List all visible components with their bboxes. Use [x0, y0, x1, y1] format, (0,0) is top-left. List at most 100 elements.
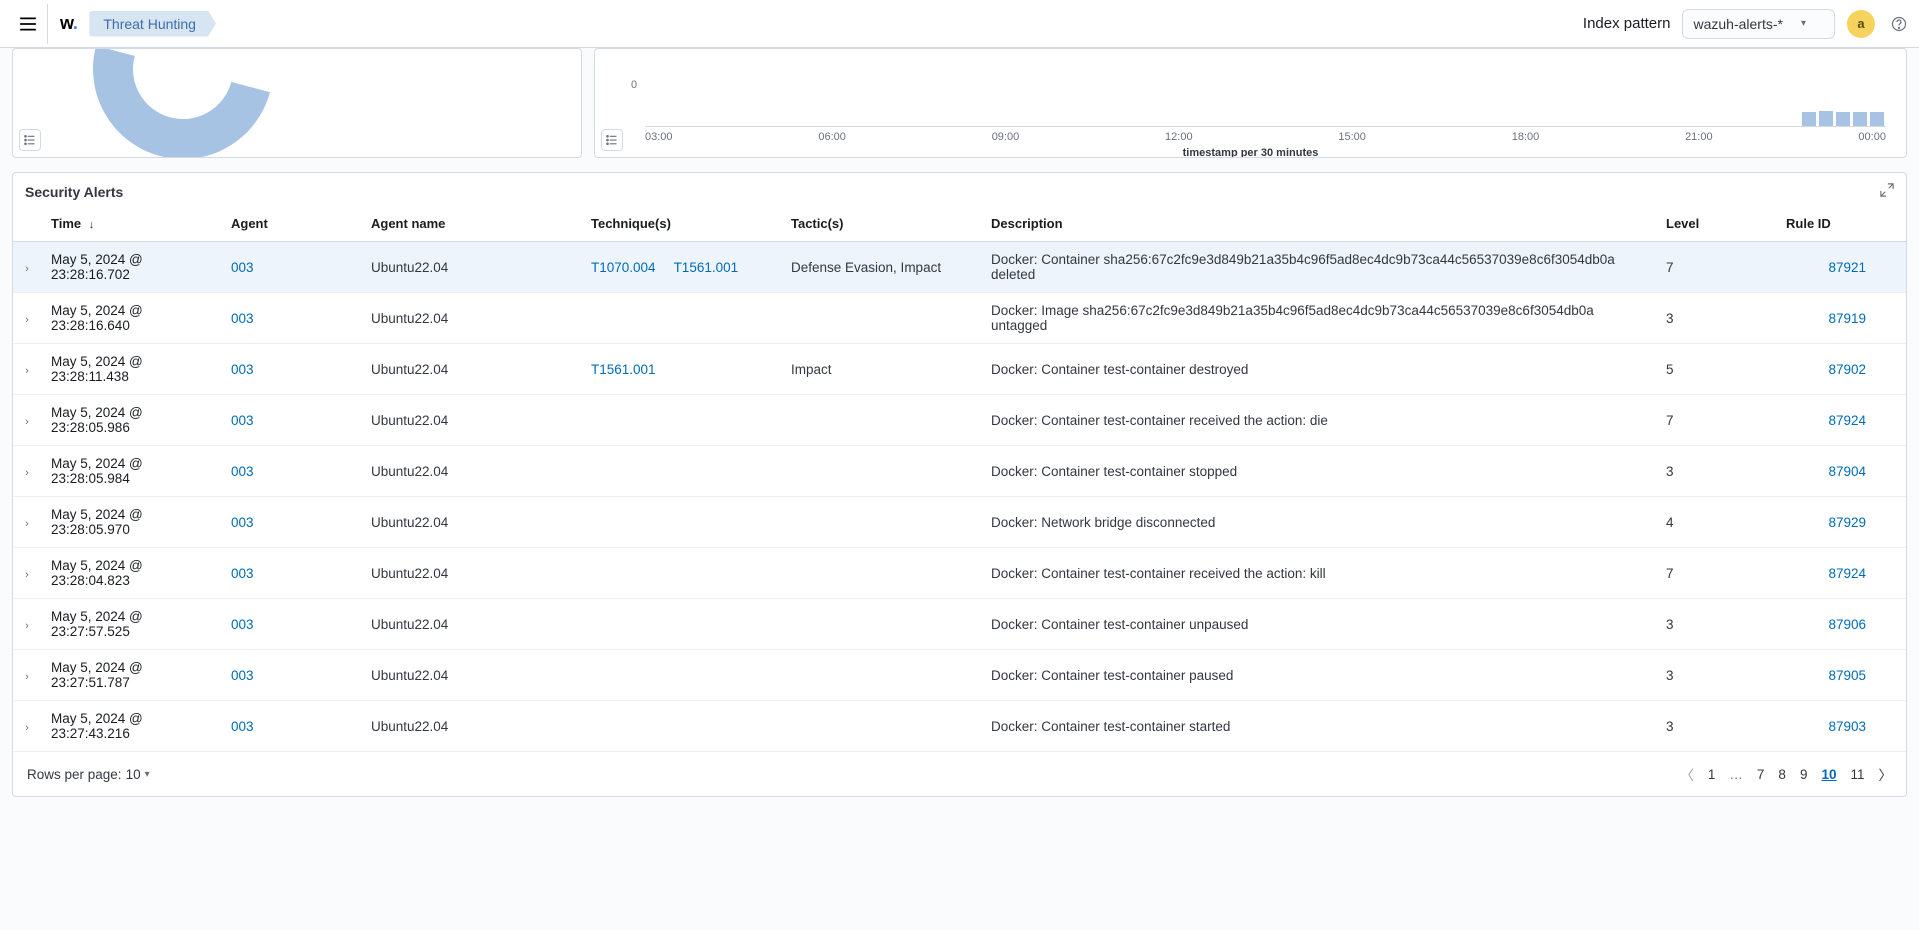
- rule-id-link[interactable]: 87921: [1828, 260, 1866, 275]
- bar: [1870, 112, 1884, 126]
- column-level[interactable]: Level: [1656, 206, 1776, 242]
- rule-id-link[interactable]: 87904: [1828, 464, 1866, 479]
- cell-techniques: [581, 293, 781, 344]
- agent-link[interactable]: 003: [231, 362, 254, 377]
- expand-row-button[interactable]: ›: [13, 293, 41, 344]
- cell-rule-id: 87906: [1776, 599, 1906, 650]
- agent-link[interactable]: 003: [231, 719, 254, 734]
- cell-time: May 5, 2024 @ 23:27:43.216: [41, 701, 221, 752]
- table-row[interactable]: ›May 5, 2024 @ 23:28:05.970003Ubuntu22.0…: [13, 497, 1906, 548]
- rule-id-link[interactable]: 87929: [1828, 515, 1866, 530]
- pagination-page[interactable]: 8: [1778, 767, 1786, 782]
- table-row[interactable]: ›May 5, 2024 @ 23:28:16.702003Ubuntu22.0…: [13, 242, 1906, 293]
- rule-id-link[interactable]: 87919: [1828, 311, 1866, 326]
- expand-row-button[interactable]: ›: [13, 650, 41, 701]
- table-row[interactable]: ›May 5, 2024 @ 23:28:11.438003Ubuntu22.0…: [13, 344, 1906, 395]
- expand-row-button[interactable]: ›: [13, 548, 41, 599]
- agent-link[interactable]: 003: [231, 413, 254, 428]
- pagination-ellipsis: …: [1729, 767, 1743, 782]
- table-row[interactable]: ›May 5, 2024 @ 23:28:05.986003Ubuntu22.0…: [13, 395, 1906, 446]
- table-row[interactable]: ›May 5, 2024 @ 23:27:43.216003Ubuntu22.0…: [13, 701, 1906, 752]
- table-row[interactable]: ›May 5, 2024 @ 23:28:05.984003Ubuntu22.0…: [13, 446, 1906, 497]
- cell-agent: 003: [221, 599, 361, 650]
- agent-link[interactable]: 003: [231, 566, 254, 581]
- cell-description: Docker: Network bridge disconnected: [981, 497, 1656, 548]
- column-rule-id[interactable]: Rule ID: [1776, 206, 1906, 242]
- column-technique[interactable]: Technique(s): [581, 206, 781, 242]
- table-row[interactable]: ›May 5, 2024 @ 23:28:16.640003Ubuntu22.0…: [13, 293, 1906, 344]
- column-tactic[interactable]: Tactic(s): [781, 206, 981, 242]
- agent-link[interactable]: 003: [231, 515, 254, 530]
- rule-id-link[interactable]: 87902: [1828, 362, 1866, 377]
- cell-agent: 003: [221, 548, 361, 599]
- rule-id-link[interactable]: 87924: [1828, 413, 1866, 428]
- pagination-page[interactable]: 11: [1850, 767, 1864, 782]
- agent-link[interactable]: 003: [231, 311, 254, 326]
- x-tick: 00:00: [1858, 131, 1886, 143]
- wazuh-logo[interactable]: w.: [60, 13, 77, 34]
- expand-row-button[interactable]: ›: [13, 344, 41, 395]
- rule-id-link[interactable]: 87905: [1828, 668, 1866, 683]
- agent-link[interactable]: 003: [231, 617, 254, 632]
- column-agent[interactable]: Agent: [221, 206, 361, 242]
- security-alerts-panel: Security Alerts Time ↓ Agent Agent name …: [12, 172, 1907, 797]
- column-time[interactable]: Time ↓: [41, 206, 221, 242]
- pagination-page[interactable]: 10: [1821, 767, 1836, 782]
- cell-time: May 5, 2024 @ 23:28:16.702: [41, 242, 221, 293]
- bar: [1836, 112, 1850, 126]
- column-agent-name[interactable]: Agent name: [361, 206, 581, 242]
- table-row[interactable]: ›May 5, 2024 @ 23:27:51.787003Ubuntu22.0…: [13, 650, 1906, 701]
- pagination-page[interactable]: 1: [1708, 767, 1716, 782]
- chevron-right-icon: ›: [25, 314, 29, 326]
- rows-per-page-select[interactable]: Rows per page: 10 ▾: [27, 767, 150, 782]
- avatar[interactable]: a: [1847, 10, 1875, 38]
- technique-link[interactable]: T1070.004: [591, 260, 656, 275]
- expand-panel-button[interactable]: [1880, 183, 1894, 200]
- rule-id-link[interactable]: 87906: [1828, 617, 1866, 632]
- rule-id-link[interactable]: 87903: [1828, 719, 1866, 734]
- technique-link[interactable]: T1561.001: [674, 260, 739, 275]
- cell-time: May 5, 2024 @ 23:28:04.823: [41, 548, 221, 599]
- chevron-right-icon: ›: [25, 518, 29, 530]
- pagination-page[interactable]: 9: [1800, 767, 1808, 782]
- cell-agent-name: Ubuntu22.04: [361, 344, 581, 395]
- technique-link[interactable]: T1561.001: [591, 362, 656, 377]
- pagination-prev[interactable]: 〈: [1680, 764, 1694, 784]
- cell-description: Docker: Image sha256:67c2fc9e3d849b21a35…: [981, 293, 1656, 344]
- agent-link[interactable]: 003: [231, 260, 254, 275]
- cell-time: May 5, 2024 @ 23:27:51.787: [41, 650, 221, 701]
- agent-link[interactable]: 003: [231, 464, 254, 479]
- expand-row-button[interactable]: ›: [13, 497, 41, 548]
- table-row[interactable]: ›May 5, 2024 @ 23:28:04.823003Ubuntu22.0…: [13, 548, 1906, 599]
- x-axis-ticks: 03:00 06:00 09:00 12:00 15:00 18:00 21:0…: [645, 131, 1886, 143]
- expand-row-button[interactable]: ›: [13, 446, 41, 497]
- cell-time: May 5, 2024 @ 23:27:57.525: [41, 599, 221, 650]
- index-pattern-select[interactable]: wazuh-alerts-* ▾: [1682, 9, 1835, 39]
- breadcrumb[interactable]: Threat Hunting: [89, 11, 216, 37]
- cell-techniques: [581, 395, 781, 446]
- rule-id-link[interactable]: 87924: [1828, 566, 1866, 581]
- cell-tactic: [781, 395, 981, 446]
- table-row[interactable]: ›May 5, 2024 @ 23:27:57.525003Ubuntu22.0…: [13, 599, 1906, 650]
- pagination-page[interactable]: 7: [1757, 767, 1765, 782]
- expand-row-button[interactable]: ›: [13, 242, 41, 293]
- cell-level: 3: [1656, 599, 1776, 650]
- expand-row-button[interactable]: ›: [13, 701, 41, 752]
- menu-toggle-button[interactable]: [8, 4, 48, 44]
- expand-row-button[interactable]: ›: [13, 395, 41, 446]
- help-button[interactable]: [1887, 12, 1911, 36]
- cell-description: Docker: Container sha256:67c2fc9e3d849b2…: [981, 242, 1656, 293]
- chevron-right-icon: ›: [25, 365, 29, 377]
- cell-description: Docker: Container test-container receive…: [981, 548, 1656, 599]
- legend-toggle-button[interactable]: [19, 129, 41, 151]
- index-pattern-value: wazuh-alerts-*: [1693, 16, 1782, 32]
- cell-description: Docker: Container test-container receive…: [981, 395, 1656, 446]
- chevron-right-icon: ›: [25, 671, 29, 683]
- cell-tactic: [781, 701, 981, 752]
- agent-link[interactable]: 003: [231, 668, 254, 683]
- legend-toggle-button[interactable]: [601, 129, 623, 151]
- pagination-next[interactable]: 〉: [1879, 764, 1893, 784]
- cell-rule-id: 87904: [1776, 446, 1906, 497]
- expand-row-button[interactable]: ›: [13, 599, 41, 650]
- column-description[interactable]: Description: [981, 206, 1656, 242]
